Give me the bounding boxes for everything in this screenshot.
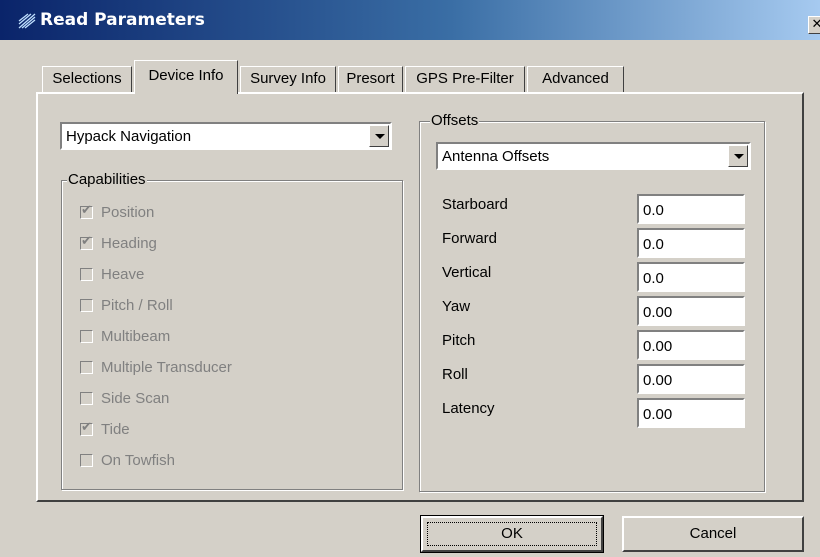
offset-input[interactable]: 0.0 [637, 262, 745, 292]
offset-input[interactable]: 0.0 [637, 228, 745, 258]
capability-label: Pitch / Roll [101, 297, 173, 314]
offset-input[interactable]: 0.00 [637, 364, 745, 394]
offset-value: 0.00 [643, 338, 673, 355]
offset-value: 0.00 [643, 406, 673, 423]
offset-label: Latency [442, 400, 495, 417]
offset-value: 0.00 [643, 372, 673, 389]
check-icon: ✔ [81, 234, 92, 249]
offset-value: 0.0 [643, 270, 664, 287]
device-select-value: Hypack Navigation [66, 128, 192, 145]
capability-label: Heading [101, 235, 157, 252]
checkbox-box [80, 268, 93, 281]
checkbox-box [80, 361, 93, 374]
ok-button[interactable]: OK [420, 515, 604, 553]
capability-label: Position [101, 204, 155, 221]
offset-value: 0.0 [643, 236, 664, 253]
checkbox-box [80, 299, 93, 312]
capability-label: Heave [101, 266, 145, 283]
offset-input[interactable]: 0.00 [637, 296, 745, 326]
capability-label: Multiple Transducer [101, 359, 232, 376]
offset-label: Roll [442, 366, 468, 383]
check-icon: ✔ [81, 420, 92, 435]
capabilities-label: Capabilities [67, 171, 147, 188]
capability-label: Tide [101, 421, 130, 438]
offset-label: Forward [442, 230, 498, 247]
offset-type-select[interactable]: Antenna Offsets [436, 142, 751, 170]
offset-label: Starboard [442, 196, 508, 213]
capability-label: Multibeam [101, 328, 171, 345]
offset-value: 0.0 [643, 202, 664, 219]
check-icon: ✔ [81, 203, 92, 218]
offsets-label: Offsets [430, 112, 480, 129]
checkbox-box [80, 454, 93, 467]
checkbox-box [80, 330, 93, 343]
capability-label: On Towfish [101, 452, 175, 469]
offset-label: Vertical [442, 264, 492, 281]
checkbox-box: ✔ [80, 420, 93, 436]
offset-type-value: Antenna Offsets [442, 148, 550, 165]
checkbox-box: ✔ [80, 234, 93, 250]
offset-input[interactable]: 0.0 [637, 194, 745, 224]
offset-input[interactable]: 0.00 [637, 398, 745, 428]
offset-label: Yaw [442, 298, 471, 315]
offset-label: Pitch [442, 332, 476, 349]
offset-input[interactable]: 0.00 [637, 330, 745, 360]
chevron-down-icon[interactable] [728, 145, 748, 167]
capability-label: Side Scan [101, 390, 170, 407]
checkbox-box: ✔ [80, 203, 93, 219]
device-select[interactable]: Hypack Navigation [60, 122, 392, 150]
chevron-down-icon[interactable] [369, 125, 389, 147]
checkbox-box [80, 392, 93, 405]
cancel-button[interactable]: Cancel [622, 516, 804, 552]
offset-value: 0.00 [643, 304, 673, 321]
